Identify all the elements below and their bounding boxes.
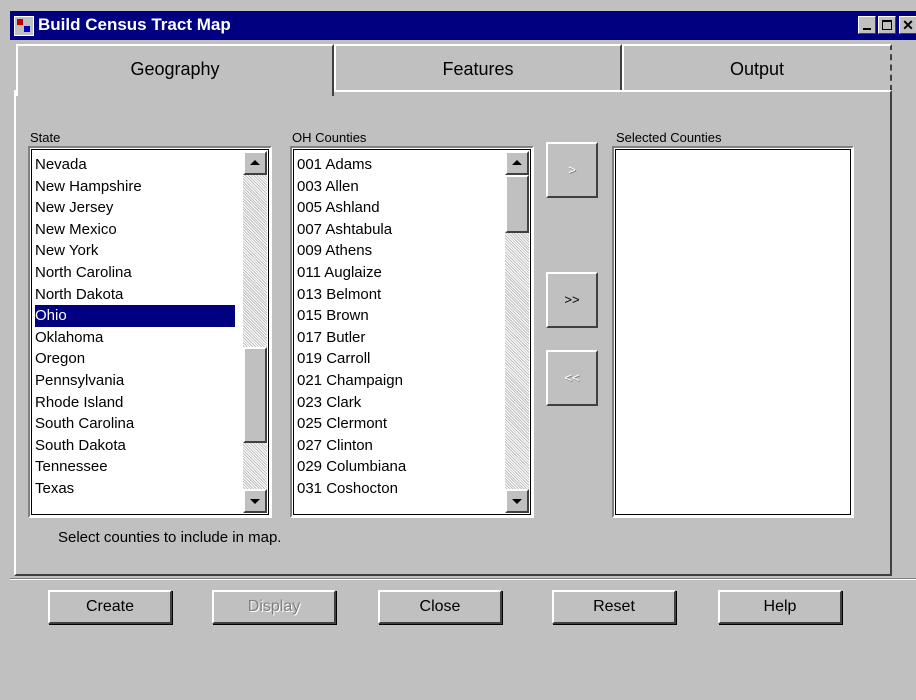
state-list-item[interactable]: Pennsylvania <box>35 370 235 392</box>
state-list-item[interactable]: New York <box>35 240 235 262</box>
help-button[interactable]: Help <box>718 590 842 624</box>
counties-list-scroll-thumb[interactable] <box>505 175 529 233</box>
county-list-item[interactable]: 007 Ashtabula <box>297 219 497 241</box>
county-list-item[interactable]: 019 Carroll <box>297 348 497 370</box>
create-button-label: Create <box>85 598 135 615</box>
county-list-item[interactable]: 015 Brown <box>297 305 497 327</box>
state-list-item[interactable]: Tennessee <box>35 456 235 478</box>
tab-output-label: Output <box>729 59 785 79</box>
remove-all-counties-button[interactable]: << <box>546 350 598 406</box>
scroll-down-arrow-icon[interactable] <box>243 489 267 513</box>
state-list-item[interactable]: Oklahoma <box>35 327 235 349</box>
county-list-item[interactable]: 029 Columbiana <box>297 456 497 478</box>
state-list-item[interactable]: North Carolina <box>35 262 235 284</box>
counties-list-label: OH Counties <box>292 130 367 145</box>
scroll-up-arrow-icon[interactable] <box>505 151 529 175</box>
add-all-counties-label: >> <box>564 292 580 307</box>
state-list-scroll-thumb[interactable] <box>243 347 267 443</box>
selected-counties-label: Selected Counties <box>616 130 722 145</box>
maximize-button[interactable] <box>878 16 896 34</box>
app-icon[interactable] <box>14 16 34 36</box>
window-title: Build Census Tract Map <box>38 15 231 34</box>
county-list-item[interactable]: 001 Adams <box>297 154 497 176</box>
county-list-item[interactable]: 025 Clermont <box>297 413 497 435</box>
state-list-item[interactable]: New Hampshire <box>35 176 235 198</box>
build-census-tract-map-window: Build Census Tract Map ✕ Geography Featu… <box>0 0 916 700</box>
state-list-item[interactable]: Ohio <box>35 305 235 328</box>
tab-output[interactable]: Output <box>622 44 892 91</box>
title-bar[interactable]: Build Census Tract Map ✕ <box>10 11 916 40</box>
state-list-item[interactable]: North Dakota <box>35 284 235 306</box>
tab-geography-label: Geography <box>130 59 220 79</box>
reset-button[interactable]: Reset <box>552 590 676 624</box>
counties-list[interactable]: 001 Adams 003 Allen 005 Ashland 007 Ashtabu… <box>290 146 534 518</box>
county-list-item[interactable]: 031 Coshocton <box>297 478 497 500</box>
selected-counties-list[interactable] <box>612 146 854 518</box>
close-button-label: Close <box>419 598 461 615</box>
display-button[interactable]: Display <box>212 590 336 624</box>
display-button-label: Display <box>247 598 301 615</box>
create-button[interactable]: Create <box>48 590 172 624</box>
county-list-item[interactable]: 017 Butler <box>297 327 497 349</box>
county-list-item[interactable]: 013 Belmont <box>297 284 497 306</box>
state-list-label: State <box>30 130 61 145</box>
county-list-item[interactable]: 011 Auglaize <box>297 262 497 284</box>
state-list-item[interactable]: South Carolina <box>35 413 235 435</box>
divider <box>10 578 916 580</box>
county-list-item[interactable]: 021 Champaign <box>297 370 497 392</box>
state-list-item[interactable]: Rhode Island <box>35 392 235 414</box>
tab-geography[interactable]: Geography <box>16 44 334 96</box>
state-list-item[interactable]: Nevada <box>35 154 235 176</box>
state-list[interactable]: Nevada New Hampshire New Jersey New Mexico N… <box>28 146 272 518</box>
state-list-scrollbar[interactable] <box>243 151 267 513</box>
instruction-text: Select counties to include in map. <box>58 529 282 546</box>
scroll-down-arrow-icon[interactable] <box>505 489 529 513</box>
tab-features[interactable]: Features <box>334 44 622 91</box>
close-button[interactable]: Close <box>378 590 502 624</box>
county-list-item[interactable]: 005 Ashland <box>297 197 497 219</box>
state-list-item[interactable]: New Mexico <box>35 219 235 241</box>
scroll-up-arrow-icon[interactable] <box>243 151 267 175</box>
add-all-counties-button[interactable]: >> <box>546 272 598 328</box>
remove-all-counties-label: << <box>564 370 580 385</box>
add-county-label: > <box>568 162 576 177</box>
state-list-item[interactable]: New Jersey <box>35 197 235 219</box>
tab-features-label: Features <box>442 59 514 79</box>
state-list-item[interactable]: Oregon <box>35 348 235 370</box>
minimize-button[interactable] <box>858 16 876 34</box>
county-list-item[interactable]: 009 Athens <box>297 240 497 262</box>
close-window-button[interactable]: ✕ <box>899 16 916 34</box>
county-list-item[interactable]: 023 Clark <box>297 392 497 414</box>
state-list-item[interactable]: South Dakota <box>35 435 235 457</box>
county-list-item[interactable]: 003 Allen <box>297 176 497 198</box>
state-list-item[interactable]: Texas <box>35 478 235 500</box>
add-county-button[interactable]: > <box>546 142 598 198</box>
reset-button-label: Reset <box>593 598 635 615</box>
counties-list-scrollbar[interactable] <box>505 151 529 513</box>
county-list-item[interactable]: 027 Clinton <box>297 435 497 457</box>
help-button-label: Help <box>763 598 797 615</box>
